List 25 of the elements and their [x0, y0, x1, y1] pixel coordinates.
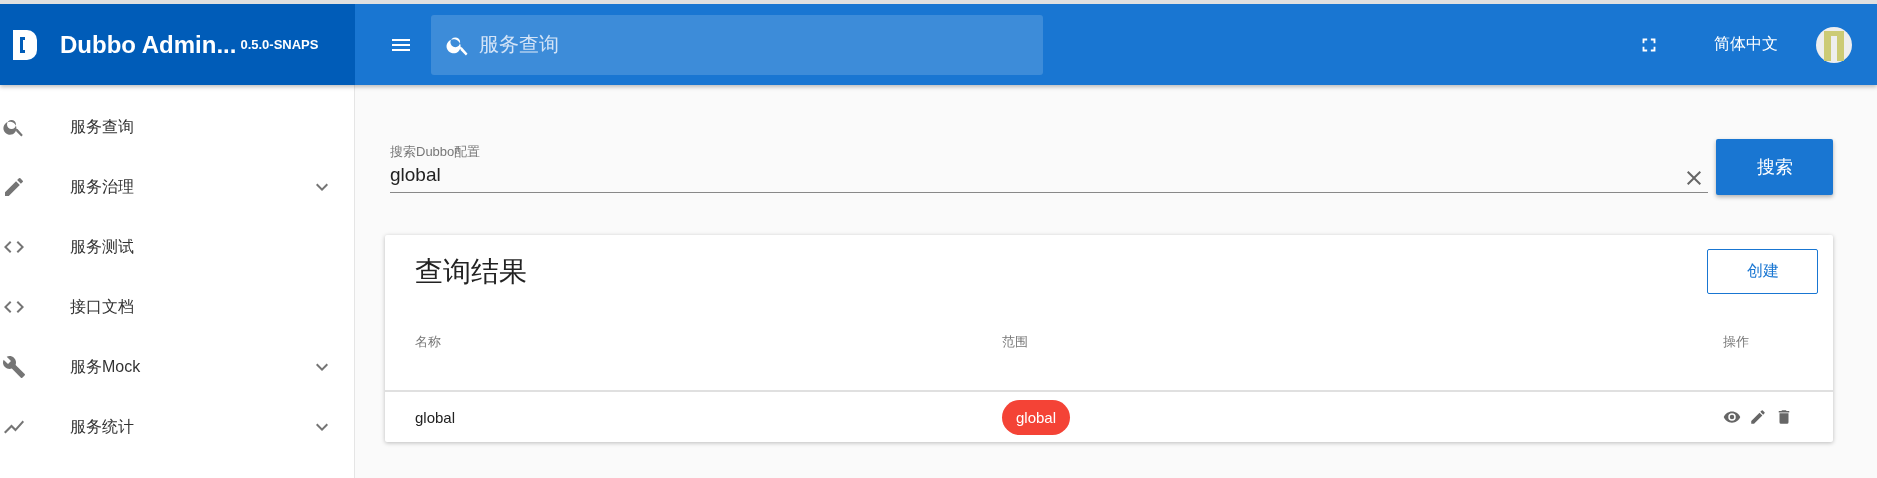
pencil-icon: [2, 175, 26, 199]
wrench-icon: [2, 355, 26, 379]
column-header: 操作: [1723, 333, 1750, 351]
scope-tag: global: [1002, 399, 1071, 435]
config-search-field[interactable]: global: [390, 161, 1708, 193]
sidebar-item[interactable]: 服务治理: [0, 157, 354, 217]
language-button[interactable]: 简体中文: [1706, 26, 1786, 63]
card-title: 查询结果: [415, 254, 527, 289]
sidebar-item[interactable]: 服务Mock: [0, 337, 354, 397]
column-header: 名称: [415, 333, 442, 351]
create-button[interactable]: 创建: [1707, 249, 1818, 294]
view-icon[interactable]: [1723, 408, 1741, 426]
avatar-icon[interactable]: [1816, 26, 1852, 63]
logo-icon: [12, 29, 38, 60]
field-label: 搜索Dubbo配置: [390, 143, 481, 161]
sidebar-item[interactable]: 服务统计: [0, 397, 354, 457]
table-cell-text: global: [415, 408, 457, 426]
edit-icon[interactable]: [1749, 408, 1767, 426]
sidebar-item[interactable]: 服务查询: [0, 97, 354, 157]
column-header: 范围: [1002, 333, 1029, 351]
sidebar-item[interactable]: 接口文档: [0, 277, 354, 337]
version-label: 0.5.0-SNAPS: [240, 37, 319, 52]
app-title: Dubbo Admin...: [60, 30, 237, 59]
sidebar-item[interactable]: 服务测试: [0, 217, 354, 277]
search-button[interactable]: 搜索: [1716, 139, 1833, 195]
